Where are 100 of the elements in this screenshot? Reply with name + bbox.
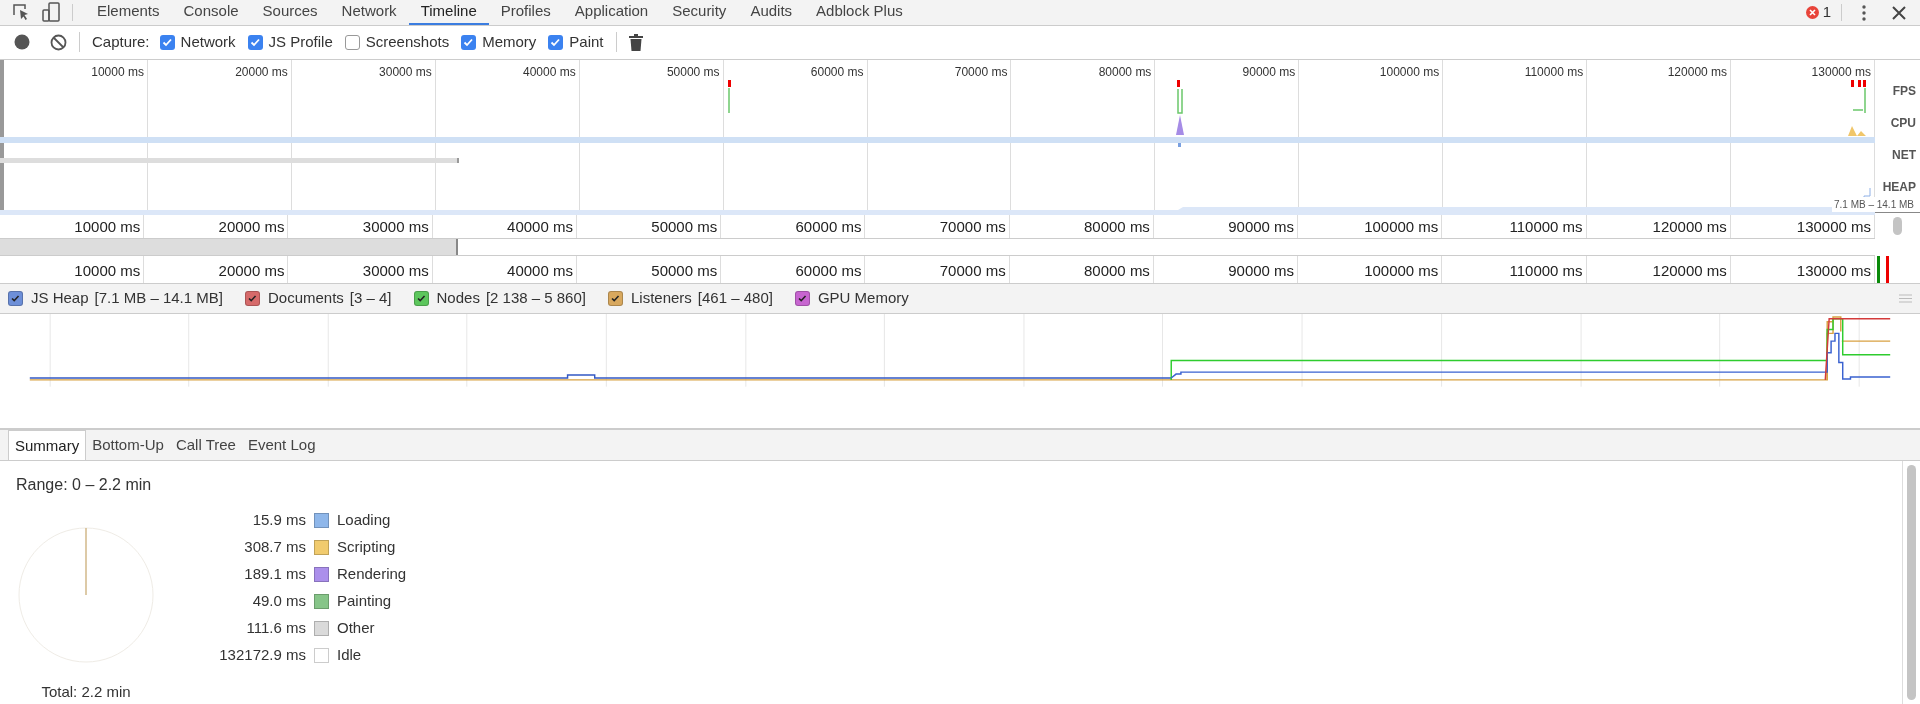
time-tick-label: 10000 ms <box>74 260 141 281</box>
time-tick-label: 40000 ms <box>507 260 573 281</box>
detail-tab[interactable]: Bottom-Up <box>86 430 170 461</box>
category-label: Idle <box>337 645 362 666</box>
error-icon <box>1805 5 1819 19</box>
heap-range-label: 7.1 MB – 14.1 MB <box>1831 197 1916 213</box>
time-tick-label: 90000 ms <box>1228 217 1295 238</box>
checkbox-label[interactable]: Screenshots <box>365 31 450 54</box>
panel-tab[interactable]: Elements <box>85 0 172 25</box>
time-tick-label: 20000 ms <box>218 260 285 281</box>
category-label: Rendering <box>337 564 407 585</box>
checkbox-label[interactable]: Paint <box>569 31 604 54</box>
marker-line <box>1886 255 1889 284</box>
panel-tab[interactable]: Console <box>171 0 251 25</box>
checkbox[interactable] <box>344 34 360 50</box>
time-tick-label: 50000 ms <box>666 64 720 82</box>
panel-tab[interactable]: Timeline <box>408 0 489 25</box>
panel-tab[interactable]: Application <box>562 0 661 25</box>
panel-tab[interactable]: Adblock Plus <box>804 0 915 25</box>
time-tick-label: 50000 ms <box>651 260 718 281</box>
time-tick-label: 120000 ms <box>1667 64 1728 82</box>
time-tick-label: 110000 ms <box>1509 260 1583 281</box>
time-tick-label: 130000 ms <box>1796 217 1872 238</box>
time-tick-label: 40000 ms <box>507 217 573 238</box>
scrollbar-thumb[interactable] <box>1907 465 1916 700</box>
time-tick-label: 30000 ms <box>362 217 429 238</box>
time-tick-label: 30000 ms <box>362 260 429 281</box>
drag-handle-icon[interactable] <box>1899 294 1912 304</box>
time-tick-label: 70000 ms <box>954 64 1008 82</box>
time-tick-label: 60000 ms <box>795 260 862 281</box>
detail-tab[interactable]: Summary <box>8 430 87 461</box>
marker-line <box>1877 255 1880 284</box>
counter-label[interactable]: Nodes <box>436 287 480 310</box>
time-tick-label: 20000 ms <box>235 64 288 82</box>
category-label: Scripting <box>337 537 396 558</box>
close-icon[interactable] <box>1892 6 1906 20</box>
inspect-icon[interactable] <box>12 3 30 21</box>
counter-label[interactable]: Listeners <box>631 287 692 310</box>
checkbox[interactable] <box>159 34 175 50</box>
error-count[interactable]: 1 <box>1805 0 1841 25</box>
time-tick-label: 130000 ms <box>1811 64 1871 82</box>
capture-label: Capture: <box>92 32 150 53</box>
record-button[interactable] <box>14 34 30 51</box>
time-value: 189.1 ms <box>243 564 306 585</box>
time-value: 15.9 ms <box>251 510 306 531</box>
counter-range: [461 – 480] <box>697 288 773 309</box>
time-tick-label: 100000 ms <box>1379 64 1440 82</box>
detail-tab[interactable]: Call Tree <box>169 430 242 461</box>
time-tick-label: 70000 ms <box>939 217 1006 238</box>
time-value: 132172.9 ms <box>218 645 306 666</box>
time-tick-label: 70000 ms <box>939 260 1006 281</box>
track-label: FPS <box>1892 83 1916 101</box>
category-label: Other <box>337 618 375 639</box>
time-tick-label: 110000 ms <box>1524 64 1584 82</box>
time-tick-label: 100000 ms <box>1364 260 1439 281</box>
time-tick-label: 130000 ms <box>1796 260 1872 281</box>
counter-label[interactable]: GPU Memory <box>817 287 909 310</box>
track-label: CPU <box>1890 115 1916 133</box>
panel-tab[interactable]: Profiles <box>488 0 563 25</box>
time-tick-label: 40000 ms <box>523 64 576 82</box>
time-tick-label: 90000 ms <box>1228 260 1295 281</box>
more-options-icon[interactable] <box>1862 5 1866 21</box>
scrollbar-thumb[interactable] <box>1893 217 1902 236</box>
time-tick-label: 10000 ms <box>74 217 141 238</box>
panel-tab[interactable]: Network <box>329 0 409 25</box>
panel-tab[interactable]: Sources <box>250 0 330 25</box>
checkbox[interactable] <box>461 34 477 50</box>
checkbox-label[interactable]: Network <box>180 31 236 54</box>
time-value: 308.7 ms <box>243 537 306 558</box>
time-tick-label: 20000 ms <box>218 217 285 238</box>
track-label: NET <box>1892 147 1916 165</box>
time-value: 49.0 ms <box>251 591 306 612</box>
time-tick-label: 60000 ms <box>810 64 864 82</box>
time-tick-label: 110000 ms <box>1509 217 1583 238</box>
counter-label[interactable]: Documents <box>267 287 344 310</box>
checkbox[interactable] <box>548 34 564 50</box>
time-tick-label: 30000 ms <box>379 64 432 82</box>
counter-range: [2 138 – 5 860] <box>485 288 586 309</box>
counter-label[interactable]: JS Heap <box>31 287 89 310</box>
detail-tab[interactable]: Event Log <box>241 430 322 461</box>
time-tick-label: 120000 ms <box>1652 260 1727 281</box>
panel-tab[interactable]: Audits <box>738 0 805 25</box>
checkbox-label[interactable]: Memory <box>482 31 537 54</box>
counter-range: [3 – 4] <box>349 288 392 309</box>
time-tick-label: 10000 ms <box>91 64 144 82</box>
category-label: Painting <box>337 591 392 612</box>
clear-icon[interactable] <box>50 33 67 51</box>
category-label: Loading <box>337 510 391 531</box>
device-icon[interactable] <box>42 2 60 22</box>
checkbox[interactable] <box>247 34 263 50</box>
trash-icon[interactable] <box>628 33 643 51</box>
panel-tab[interactable]: Security <box>660 0 739 25</box>
total-text: Total: 2.2 min <box>41 682 131 703</box>
track-label: HEAP <box>1882 179 1916 197</box>
time-tick-label: 80000 ms <box>1098 64 1152 82</box>
time-tick-label: 60000 ms <box>795 217 862 238</box>
checkbox-label[interactable]: JS Profile <box>268 31 333 54</box>
time-tick-label: 120000 ms <box>1652 217 1727 238</box>
time-tick-label: 90000 ms <box>1242 64 1296 82</box>
time-tick-label: 100000 ms <box>1364 217 1439 238</box>
